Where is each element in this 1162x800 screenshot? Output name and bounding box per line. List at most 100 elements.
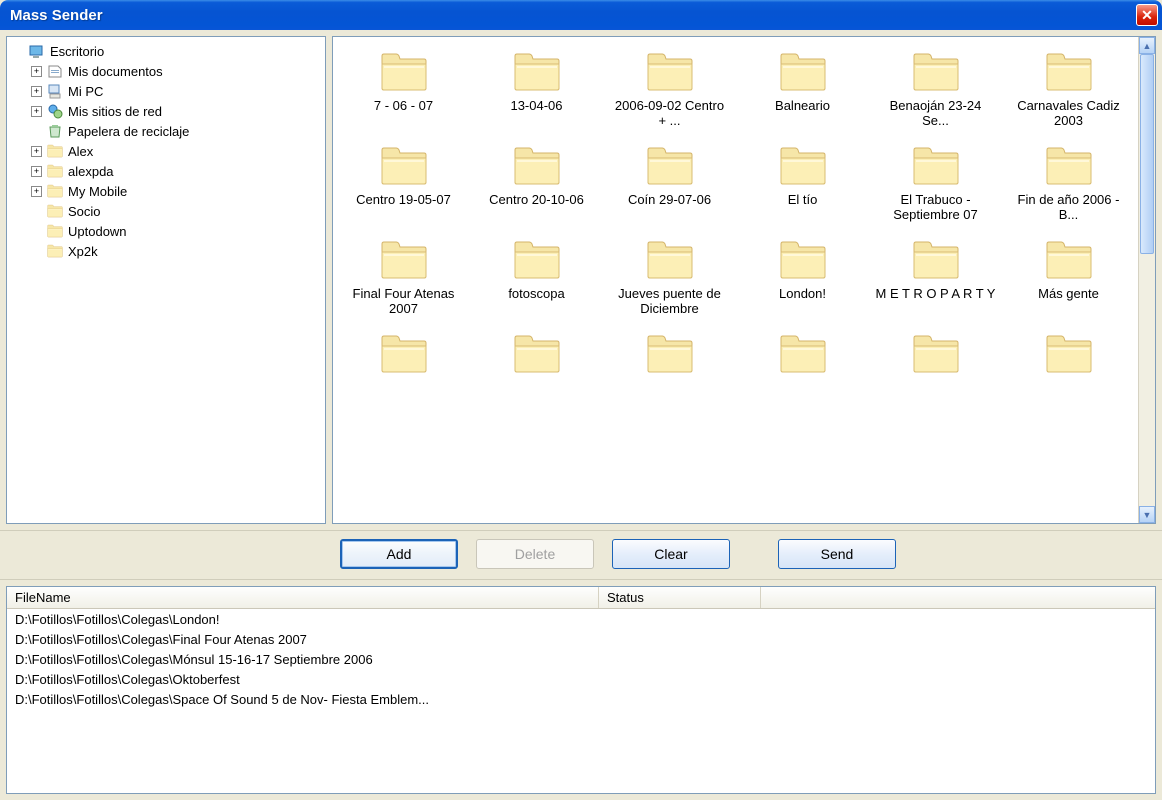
folder-item[interactable]: Fin de año 2006 - B... <box>1004 141 1133 225</box>
cell-status <box>599 691 761 711</box>
tree-item[interactable]: Socio <box>9 201 323 221</box>
folder-item[interactable] <box>472 329 601 413</box>
button-bar: Add Delete Clear Send <box>0 530 1162 580</box>
folder-icon <box>912 141 960 191</box>
folder-label: Más gente <box>1038 287 1099 319</box>
folder-icon <box>1045 235 1093 285</box>
expander-icon[interactable]: + <box>31 186 42 197</box>
folder-label: fotoscopa <box>508 287 564 319</box>
folder-icon <box>513 141 561 191</box>
folder-item[interactable]: Centro 20-10-06 <box>472 141 601 225</box>
expander-icon[interactable]: + <box>31 166 42 177</box>
scroll-track[interactable] <box>1139 54 1155 506</box>
tree-item-label: Mis sitios de red <box>68 104 162 119</box>
list-header: FileName Status <box>7 587 1155 609</box>
folder-label: Benaoján 23-24 Se... <box>876 99 996 131</box>
folder-icon <box>380 329 428 379</box>
pc-icon <box>46 82 64 100</box>
folder-item[interactable] <box>339 329 468 413</box>
expander-icon <box>31 206 42 217</box>
folder-item[interactable]: Final Four Atenas 2007 <box>339 235 468 319</box>
folder-label: London! <box>779 287 826 319</box>
tree-item[interactable]: Escritorio <box>9 41 323 61</box>
folder-icon <box>779 329 827 379</box>
folder-item[interactable]: Balneario <box>738 47 867 131</box>
expander-icon[interactable]: + <box>31 146 42 157</box>
folder-item[interactable]: Benaoján 23-24 Se... <box>871 47 1000 131</box>
add-button[interactable]: Add <box>340 539 458 569</box>
list-row[interactable]: D:\Fotillos\Fotillos\Colegas\Oktoberfest <box>7 671 1155 691</box>
folder-item[interactable]: 2006-09-02 Centro + ... <box>605 47 734 131</box>
folder-panel[interactable]: 7 - 06 - 07 13-04-06 2006-09-02 Centro + .… <box>332 36 1156 524</box>
folder-item[interactable] <box>1004 329 1133 413</box>
tree-item[interactable]: Papelera de reciclaje <box>9 121 323 141</box>
folder-label: Centro 19-05-07 <box>356 193 451 225</box>
tree-item[interactable]: + Mis sitios de red <box>9 101 323 121</box>
folder-item[interactable]: fotoscopa <box>472 235 601 319</box>
folder-label: El Trabuco - Septiembre 07 <box>876 193 996 225</box>
tree-item[interactable]: +alexpda <box>9 161 323 181</box>
scrollbar-vertical[interactable]: ▲ ▼ <box>1138 37 1155 523</box>
cell-status <box>599 671 761 691</box>
folder-label: Fin de año 2006 - B... <box>1009 193 1129 225</box>
tree-item-label: Uptodown <box>68 224 127 239</box>
tree-item[interactable]: +Mis documentos <box>9 61 323 81</box>
list-row[interactable]: D:\Fotillos\Fotillos\Colegas\Final Four … <box>7 631 1155 651</box>
folder-item[interactable]: 7 - 06 - 07 <box>339 47 468 131</box>
expander-icon[interactable]: + <box>31 106 42 117</box>
folder-icon <box>912 329 960 379</box>
folder-icon <box>46 182 64 200</box>
folder-icon <box>46 202 64 220</box>
tree-item[interactable]: Xp2k <box>9 241 323 261</box>
window-title: Mass Sender <box>10 7 1136 24</box>
list-row[interactable]: D:\Fotillos\Fotillos\Colegas\London! <box>7 611 1155 631</box>
list-row[interactable]: D:\Fotillos\Fotillos\Colegas\Mónsul 15-1… <box>7 651 1155 671</box>
folder-icon <box>912 47 960 97</box>
folder-item[interactable] <box>738 329 867 413</box>
folder-icon <box>46 142 64 160</box>
folder-item[interactable]: El tío <box>738 141 867 225</box>
close-button[interactable]: ✕ <box>1136 4 1158 26</box>
tree-item[interactable]: +My Mobile <box>9 181 323 201</box>
folder-icon <box>380 47 428 97</box>
scroll-thumb[interactable] <box>1140 54 1154 254</box>
folder-item[interactable]: 13-04-06 <box>472 47 601 131</box>
folder-icon <box>380 235 428 285</box>
folder-item[interactable]: Jueves puente de Diciembre <box>605 235 734 319</box>
folder-item[interactable]: Más gente <box>1004 235 1133 319</box>
folder-icon <box>779 235 827 285</box>
folder-item[interactable] <box>871 329 1000 413</box>
tree-item[interactable]: +Alex <box>9 141 323 161</box>
list-body[interactable]: D:\Fotillos\Fotillos\Colegas\London!D:\F… <box>7 609 1155 713</box>
expander-icon[interactable]: + <box>31 86 42 97</box>
expander-icon[interactable]: + <box>31 66 42 77</box>
clear-button[interactable]: Clear <box>612 539 730 569</box>
send-button[interactable]: Send <box>778 539 896 569</box>
folder-icon <box>46 222 64 240</box>
folder-item[interactable]: London! <box>738 235 867 319</box>
tree-item-label: Papelera de reciclaje <box>68 124 189 139</box>
docs-icon <box>46 62 64 80</box>
folder-item[interactable] <box>605 329 734 413</box>
folder-icon <box>646 329 694 379</box>
expander-icon <box>13 46 24 57</box>
scroll-up-button[interactable]: ▲ <box>1139 37 1155 54</box>
tree-panel[interactable]: Escritorio+Mis documentos+Mi PC+Mis siti… <box>6 36 326 524</box>
folder-item[interactable]: Coín 29-07-06 <box>605 141 734 225</box>
tree-item[interactable]: Uptodown <box>9 221 323 241</box>
folder-item[interactable]: M E T R O P A R T Y <box>871 235 1000 319</box>
folder-icon <box>1045 47 1093 97</box>
cell-status <box>599 631 761 651</box>
folder-icon <box>46 242 64 260</box>
cell-filename: D:\Fotillos\Fotillos\Colegas\Oktoberfest <box>7 671 599 691</box>
folder-item[interactable]: El Trabuco - Septiembre 07 <box>871 141 1000 225</box>
scroll-down-button[interactable]: ▼ <box>1139 506 1155 523</box>
folder-item[interactable]: Carnavales Cadiz 2003 <box>1004 47 1133 131</box>
column-filename[interactable]: FileName <box>7 587 599 608</box>
folder-label: 13-04-06 <box>510 99 562 131</box>
tree-item[interactable]: +Mi PC <box>9 81 323 101</box>
list-row[interactable]: D:\Fotillos\Fotillos\Colegas\Space Of So… <box>7 691 1155 711</box>
tree-item-label: Escritorio <box>50 44 104 59</box>
column-status[interactable]: Status <box>599 587 761 608</box>
folder-item[interactable]: Centro 19-05-07 <box>339 141 468 225</box>
